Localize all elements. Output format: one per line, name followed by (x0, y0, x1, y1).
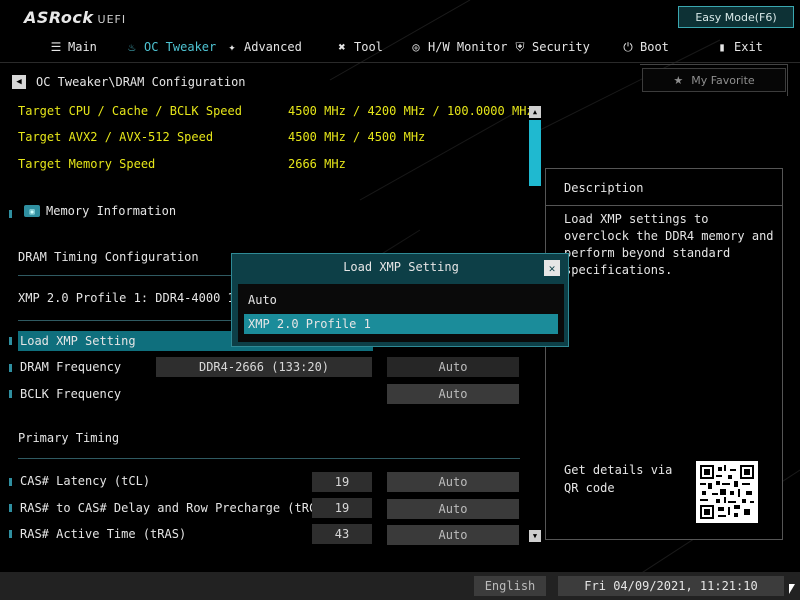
dram-frequency-value: DDR4-2666 (133:20) (156, 357, 372, 377)
target-cpu-label: Target CPU / Cache / BCLK Speed (18, 104, 242, 118)
target-memory-value: 2666 MHz (288, 157, 346, 171)
mouse-cursor-icon (789, 584, 795, 594)
memory-information-link[interactable]: Memory Information (46, 202, 176, 220)
flame-icon: ♨ (128, 40, 136, 54)
close-button[interactable]: ✕ (544, 260, 560, 276)
row-bullet (9, 478, 12, 486)
bclk-frequency-input[interactable]: Auto (387, 384, 519, 404)
easy-mode-button[interactable]: Easy Mode(F6) (678, 6, 794, 28)
separator (18, 458, 520, 459)
star-icon: ★ (673, 73, 684, 87)
primary-timing-heading: Primary Timing (18, 431, 120, 445)
close-icon: ✕ (548, 261, 556, 275)
bclk-frequency-label: BCLK Frequency (20, 387, 122, 401)
back-button[interactable]: ◀ (12, 75, 26, 89)
language-button[interactable]: English (474, 576, 546, 596)
tab-oc-tweaker-label: OC Tweaker (144, 40, 217, 54)
target-memory-label: Target Memory Speed (18, 157, 156, 171)
tab-oc-tweaker[interactable]: ♨ OC Tweaker (126, 38, 216, 56)
target-avx-label: Target AVX2 / AVX-512 Speed (18, 130, 214, 144)
row-bullet (9, 530, 12, 538)
my-favorite-button[interactable]: ★ My Favorite (642, 68, 786, 92)
option-xmp-profile-1[interactable]: XMP 2.0 Profile 1 (244, 314, 558, 334)
row-bullet (9, 364, 12, 372)
qr-label: Get details via QR code (564, 463, 673, 495)
scroll-down-button[interactable]: ▼ (529, 530, 541, 542)
breadcrumb-path: OC Tweaker\DRAM Configuration (36, 75, 246, 89)
chevron-left-icon: ◀ (16, 77, 22, 87)
exit-icon: ▮ (718, 40, 726, 54)
scroll-up-button[interactable]: ▲ (529, 106, 541, 118)
load-xmp-setting[interactable]: Load XMP Setting (20, 332, 136, 350)
star-icon: ✦ (228, 40, 236, 54)
target-cpu-value: 4500 MHz / 4200 MHz / 100.0000 MHz (288, 104, 534, 118)
favorite-label: My Favorite (691, 73, 755, 87)
dialog-option-list: Auto XMP 2.0 Profile 1 (238, 284, 564, 342)
tab-tool[interactable]: ✖ Tool (336, 38, 383, 56)
trcdtrp-value: 19 (312, 498, 372, 518)
tab-main-label: Main (68, 40, 97, 54)
description-separator (546, 205, 782, 206)
tab-tool-label: Tool (354, 40, 383, 54)
breadcrumb: ◀ OC Tweaker\DRAM Configuration (12, 73, 246, 91)
trcdtrp-input[interactable]: Auto (387, 499, 519, 519)
row-bullet (9, 504, 12, 512)
tras-value: 43 (312, 524, 372, 544)
main-nav: ☰ Main ♨ OC Tweaker ✦ Advanced ✖ Tool ◎ H/W M… (0, 38, 800, 56)
power-icon: ⏻ (623, 39, 633, 54)
dram-frequency-label: DRAM Frequency (20, 360, 122, 374)
tab-hw-monitor[interactable]: ◎ H/W Monitor (410, 38, 507, 56)
dram-timing-heading: DRAM Timing Configuration (18, 250, 199, 264)
tab-advanced[interactable]: ✦ Advanced (226, 38, 302, 56)
cas-latency-value: 19 (312, 472, 372, 492)
datetime-display: Fri 04/09/2021, 11:21:10 (558, 576, 784, 596)
row-bullet (9, 210, 12, 218)
tab-security[interactable]: ⛨ Security (514, 38, 590, 56)
xmp-profile-info: XMP 2.0 Profile 1: DDR4-4000 18-19 (18, 291, 233, 305)
row-bullet (9, 337, 12, 345)
globe-icon: ◎ (412, 40, 420, 54)
list-icon: ☰ (50, 40, 62, 54)
tab-exit-label: Exit (734, 40, 763, 54)
row-bullet (9, 390, 12, 398)
tab-boot-label: Boot (640, 40, 669, 54)
shield-icon: ⛨ (515, 39, 525, 54)
arrow-down-icon: ▼ (532, 532, 538, 540)
description-panel: Description Load XMP settings to overclo… (545, 168, 783, 540)
tools-icon: ✖ (338, 40, 346, 54)
scrollbar-thumb[interactable] (529, 120, 541, 186)
load-xmp-dialog: Load XMP Setting ✕ Auto XMP 2.0 Profile … (231, 253, 569, 347)
tab-boot[interactable]: ⏻ Boot (622, 38, 669, 56)
tab-security-label: Security (532, 40, 590, 54)
tras-input[interactable]: Auto (387, 525, 519, 545)
option-auto[interactable]: Auto (244, 290, 558, 310)
cas-latency-label: CAS# Latency (tCL) (20, 474, 151, 488)
tab-advanced-label: Advanced (244, 40, 302, 54)
tras-label: RAS# Active Time (tRAS) (20, 527, 187, 541)
dialog-title: Load XMP Setting (343, 260, 459, 274)
brand-suffix: UEFI (97, 13, 127, 26)
nav-divider (0, 62, 800, 63)
asrock-logo: ASRock UEFI (24, 8, 126, 27)
memory-icon: ▣ (24, 205, 40, 217)
dram-frequency-select[interactable]: Auto (387, 357, 519, 377)
tab-main[interactable]: ☰ Main (50, 38, 97, 56)
target-avx-value: 4500 MHz / 4500 MHz (288, 130, 426, 144)
description-text: Load XMP settings to overclock the DDR4 … (564, 212, 774, 277)
tab-exit[interactable]: ▮ Exit (716, 38, 763, 56)
brand-name: ASRock (24, 8, 94, 27)
trcdtrp-label: RAS# to CAS# Delay and Row Precharge (tR… (20, 501, 353, 515)
arrow-up-icon: ▲ (532, 108, 538, 116)
cas-latency-input[interactable]: Auto (387, 472, 519, 492)
tab-hw-monitor-label: H/W Monitor (428, 40, 508, 54)
description-title: Description (564, 181, 644, 195)
qr-code-icon (696, 461, 758, 523)
